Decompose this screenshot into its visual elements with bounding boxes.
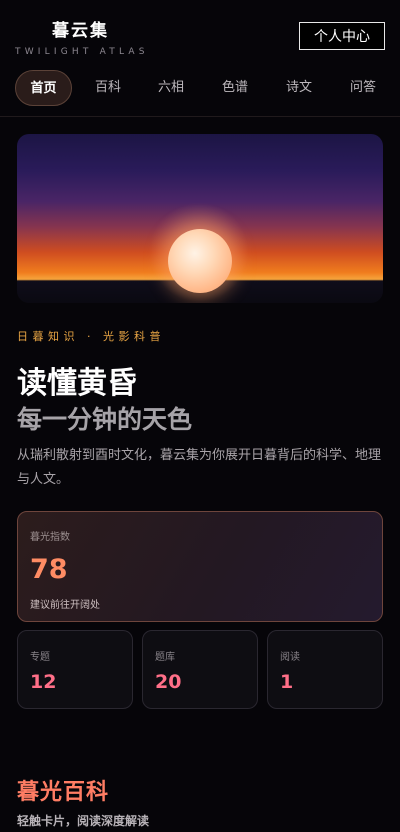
hero-eyebrow: 日暮知识 · 光影科普 <box>17 330 165 343</box>
hero-description: 从瑞利散射到酉时文化，暮云集为你展开日暮背后的科学、地理与人文。 <box>17 448 382 487</box>
stat-label: 专题 <box>30 652 50 663</box>
nav-tab-qa[interactable]: 问答 <box>336 70 390 106</box>
index-label: 暮光指数 <box>30 532 70 543</box>
nav-tab-encyclopedia[interactable]: 百科 <box>81 70 135 106</box>
stat-label: 阅读 <box>280 652 300 663</box>
stat-card-quiz[interactable]: 题库 20 <box>142 630 258 709</box>
brand-title[interactable]: 暮云集 <box>52 16 109 41</box>
nav-tab-poetry[interactable]: 诗文 <box>272 70 326 106</box>
sunset-hero-image <box>17 134 383 303</box>
hero-subtitle: 每一分钟的天色 <box>17 405 193 434</box>
twilight-index-card[interactable]: 暮光指数 78 建议前往开阔处 <box>17 511 383 622</box>
stat-card-topics[interactable]: 专题 12 <box>17 630 133 709</box>
nav-tab-six-phases[interactable]: 六相 <box>144 70 198 106</box>
section-title: 暮光百科 <box>17 780 110 805</box>
stat-value: 12 <box>30 671 57 693</box>
stat-label: 题库 <box>155 652 175 663</box>
index-note: 建议前往开阔处 <box>30 600 100 611</box>
stat-value: 1 <box>280 671 294 693</box>
app-header: 暮云集 TWILIGHT ATLAS 个人中心 首页 百科 六相 色谱 诗文 问… <box>0 0 400 117</box>
profile-button[interactable]: 个人中心 <box>299 22 385 50</box>
nav-tab-home[interactable]: 首页 <box>15 70 72 106</box>
index-value: 78 <box>30 554 68 585</box>
main-nav: 首页 百科 六相 色谱 诗文 问答 <box>15 70 400 106</box>
hero-title: 读懂黄昏 <box>17 366 137 401</box>
brand-subtitle: TWILIGHT ATLAS <box>15 47 149 57</box>
sun-icon <box>168 229 232 293</box>
stat-value: 20 <box>155 671 182 693</box>
stat-card-reading[interactable]: 阅读 1 <box>267 630 383 709</box>
nav-tab-palette[interactable]: 色谱 <box>208 70 262 106</box>
section-subtitle: 轻触卡片，阅读深度解读 <box>17 814 150 828</box>
